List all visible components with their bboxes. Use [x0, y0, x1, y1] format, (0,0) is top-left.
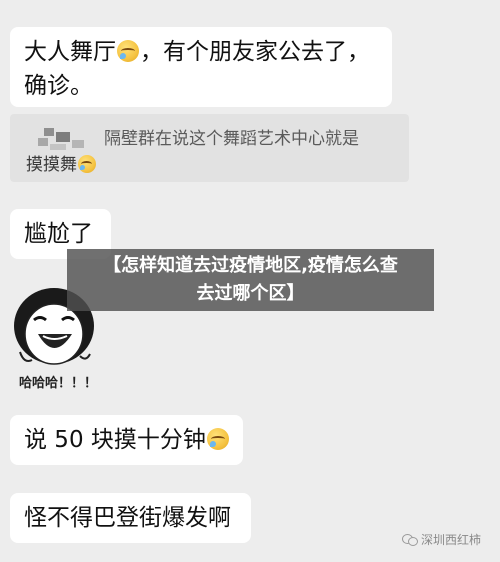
overlay-title-line-1: 【怎样知道去过疫情地区,疫情怎么查	[103, 255, 398, 276]
quote-text: 隔壁群在说这个舞蹈艺术中心就是	[104, 129, 359, 149]
quote-sub: 摸摸舞	[26, 150, 97, 175]
message-bubble-3[interactable]: 说 50 块摸十分钟	[10, 415, 243, 465]
message-3-text: 说 50 块摸十分钟	[24, 427, 206, 453]
watermark-text: 深圳西红柿	[421, 533, 482, 547]
quoted-message[interactable]: 隔壁群在说这个舞蹈艺术中心就是 摸摸舞	[10, 114, 409, 182]
tears-emoji-icon	[206, 428, 229, 450]
message-1-line-2: 确诊。	[24, 73, 93, 99]
blurred-avatar	[28, 128, 86, 150]
message-1-text-b: ，有个朋友家公去了，	[140, 39, 370, 65]
message-2-text: 尴尬了	[24, 221, 93, 247]
watermark: 深圳西红柿	[402, 531, 481, 548]
message-bubble-1[interactable]: 大人舞厅 ，有个朋友家公去了， 确诊。	[10, 27, 392, 107]
message-bubble-4[interactable]: 怪不得巴登街爆发啊	[10, 493, 251, 543]
message-1-line-1: 大人舞厅 ，有个朋友家公去了，	[24, 35, 378, 69]
message-4-text: 怪不得巴登街爆发啊	[24, 505, 231, 531]
tears-emoji-icon	[78, 155, 96, 173]
article-title-overlay[interactable]: 【怎样知道去过疫情地区,疫情怎么查 去过哪个区】	[67, 249, 434, 311]
message-1-text-a: 大人舞厅	[24, 39, 116, 65]
tears-emoji-icon	[117, 40, 139, 62]
sticker-caption: 哈哈哈！！！	[19, 376, 98, 391]
overlay-title-line-2: 去过哪个区】	[196, 283, 305, 304]
wechat-icon	[402, 534, 418, 546]
quote-sub-text: 摸摸舞	[26, 155, 77, 175]
